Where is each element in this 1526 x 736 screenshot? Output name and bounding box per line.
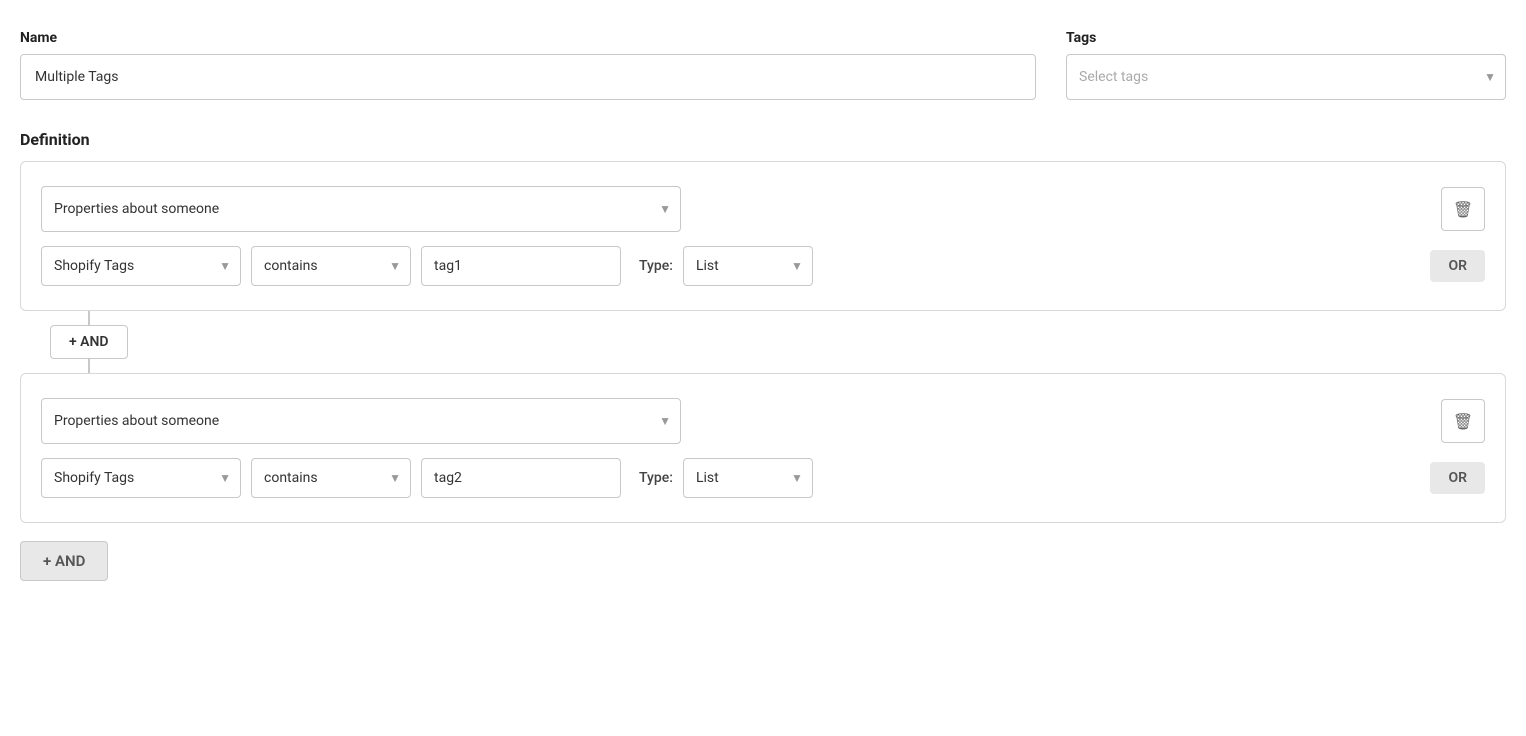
condition-2-type-wrapper: List Text Number ▼	[683, 458, 813, 498]
tags-select[interactable]: Select tags	[1066, 54, 1506, 100]
condition-2-type-select[interactable]: List Text Number	[683, 458, 813, 498]
tags-field-group: Tags Select tags ▼	[1066, 30, 1506, 100]
condition-1-shopify-tags-select[interactable]: Shopify Tags Email First Name	[41, 246, 241, 286]
tags-label: Tags	[1066, 30, 1506, 46]
tags-select-wrapper: Select tags ▼	[1066, 54, 1506, 100]
condition-1-top-row: Properties about someone Properties abou…	[41, 186, 1485, 232]
and-button-bottom[interactable]: + AND	[20, 541, 108, 581]
condition-2-shopify-tags-wrapper: Shopify Tags Email First Name ▼	[41, 458, 241, 498]
condition-2-delete-button[interactable]: 🗑	[1441, 399, 1485, 443]
condition-2-fields-row: Shopify Tags Email First Name ▼ contains…	[41, 458, 1485, 498]
name-label: Name	[20, 30, 1036, 46]
and-button-bottom-wrap: + AND	[20, 523, 1506, 581]
condition-2-top-row: Properties about someone Properties abou…	[41, 398, 1485, 444]
top-form-row: Name Tags Select tags ▼	[20, 30, 1506, 100]
and-line-bottom	[88, 359, 90, 373]
condition-1-or-button[interactable]: OR	[1430, 250, 1485, 282]
condition-2-trash-icon: 🗑	[1453, 412, 1473, 431]
condition-2-tag-input[interactable]	[421, 458, 621, 498]
condition-1-delete-button[interactable]: 🗑	[1441, 187, 1485, 231]
name-input[interactable]	[20, 54, 1036, 100]
condition-1-trash-icon: 🗑	[1453, 200, 1473, 219]
definition-label: Definition	[20, 130, 1506, 149]
condition-2-or-button[interactable]: OR	[1430, 462, 1485, 494]
condition-2-properties-select[interactable]: Properties about someone Properties abou…	[41, 398, 681, 444]
condition-1-properties-wrapper: Properties about someone Properties abou…	[41, 186, 681, 232]
condition-1-properties-select[interactable]: Properties about someone Properties abou…	[41, 186, 681, 232]
condition-1-shopify-tags-wrapper: Shopify Tags Email First Name ▼	[41, 246, 241, 286]
condition-2-type-label: Type:	[639, 470, 673, 486]
condition-1-fields-row: Shopify Tags Email First Name ▼ contains…	[41, 246, 1485, 286]
condition-1-contains-select[interactable]: contains does not contain equals	[251, 246, 411, 286]
condition-1-tag-input[interactable]	[421, 246, 621, 286]
condition-2-contains-wrapper: contains does not contain equals ▼	[251, 458, 411, 498]
condition-2-contains-select[interactable]: contains does not contain equals	[251, 458, 411, 498]
name-field-group: Name	[20, 30, 1036, 100]
condition-1-type-label: Type:	[639, 258, 673, 274]
condition-block-2: Properties about someone Properties abou…	[20, 373, 1506, 523]
and-connector-1: + AND	[20, 311, 1506, 373]
condition-1-type-select[interactable]: List Text Number	[683, 246, 813, 286]
condition-1-type-wrapper: List Text Number ▼	[683, 246, 813, 286]
condition-block-1: Properties about someone Properties abou…	[20, 161, 1506, 311]
condition-1-contains-wrapper: contains does not contain equals ▼	[251, 246, 411, 286]
condition-2-shopify-tags-select[interactable]: Shopify Tags Email First Name	[41, 458, 241, 498]
condition-2-properties-wrapper: Properties about someone Properties abou…	[41, 398, 681, 444]
and-button-1[interactable]: + AND	[50, 325, 128, 359]
and-line-top	[88, 311, 90, 325]
